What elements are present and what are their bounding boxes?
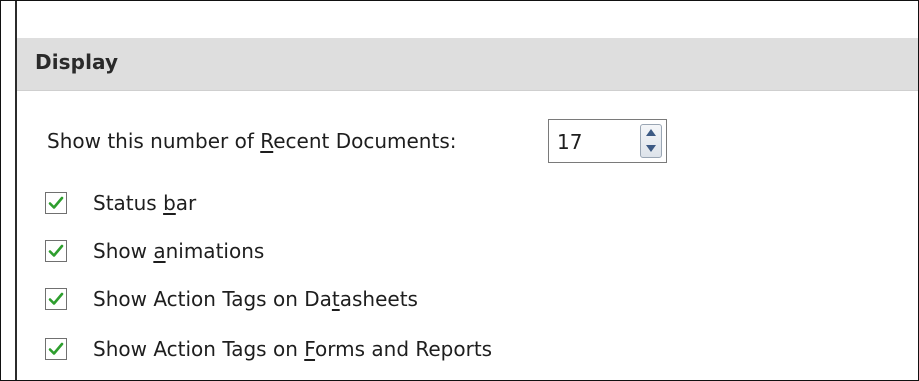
recent-documents-label-text-end: ecent Documents: — [273, 129, 457, 153]
label-text: Show Action Tags on — [93, 337, 305, 361]
recent-documents-accel-key: R — [260, 129, 274, 153]
label-text: Status — [93, 191, 164, 215]
label-text: Show Action Tags on Da — [93, 287, 332, 311]
options-panel: Display Show this number of Recent Docum… — [0, 0, 919, 381]
check-mark-icon — [48, 292, 64, 305]
label-text-end: orms and Reports — [315, 337, 493, 361]
label-text-end: ar — [175, 191, 197, 215]
spin-down-button[interactable] — [641, 141, 661, 157]
recent-documents-value[interactable]: 17 — [557, 130, 582, 154]
check-mark-icon — [48, 196, 64, 209]
status-bar-checkbox[interactable] — [45, 192, 67, 214]
spin-up-button[interactable] — [641, 125, 661, 141]
status-bar-label: Status bar — [93, 191, 196, 215]
arrow-down-icon — [646, 145, 656, 152]
label-text-end: nimations — [165, 239, 265, 263]
accel-key: b — [163, 191, 176, 215]
section-header: Display — [17, 38, 918, 91]
action-tags-forms-reports-checkbox[interactable] — [45, 338, 67, 360]
show-animations-checkbox[interactable] — [45, 240, 67, 262]
check-mark-icon — [48, 342, 64, 355]
arrow-up-icon — [646, 129, 656, 136]
recent-documents-label-text: Show this number of — [47, 129, 261, 153]
accel-key: t — [331, 287, 340, 311]
accel-key: F — [304, 337, 316, 361]
check-mark-icon — [48, 244, 64, 257]
label-text-end: asheets — [339, 287, 418, 311]
action-tags-forms-reports-label: Show Action Tags on Forms and Reports — [93, 337, 492, 361]
recent-documents-spinner[interactable]: 17 — [548, 119, 667, 163]
section-title: Display — [35, 50, 119, 74]
accel-key: a — [153, 239, 166, 263]
show-animations-label: Show animations — [93, 239, 264, 263]
action-tags-datasheets-checkbox[interactable] — [45, 288, 67, 310]
action-tags-datasheets-label: Show Action Tags on Datasheets — [93, 287, 418, 311]
recent-documents-label: Show this number of Recent Documents: — [47, 129, 457, 153]
spinner-buttons[interactable] — [640, 124, 662, 158]
label-text: Show — [93, 239, 154, 263]
